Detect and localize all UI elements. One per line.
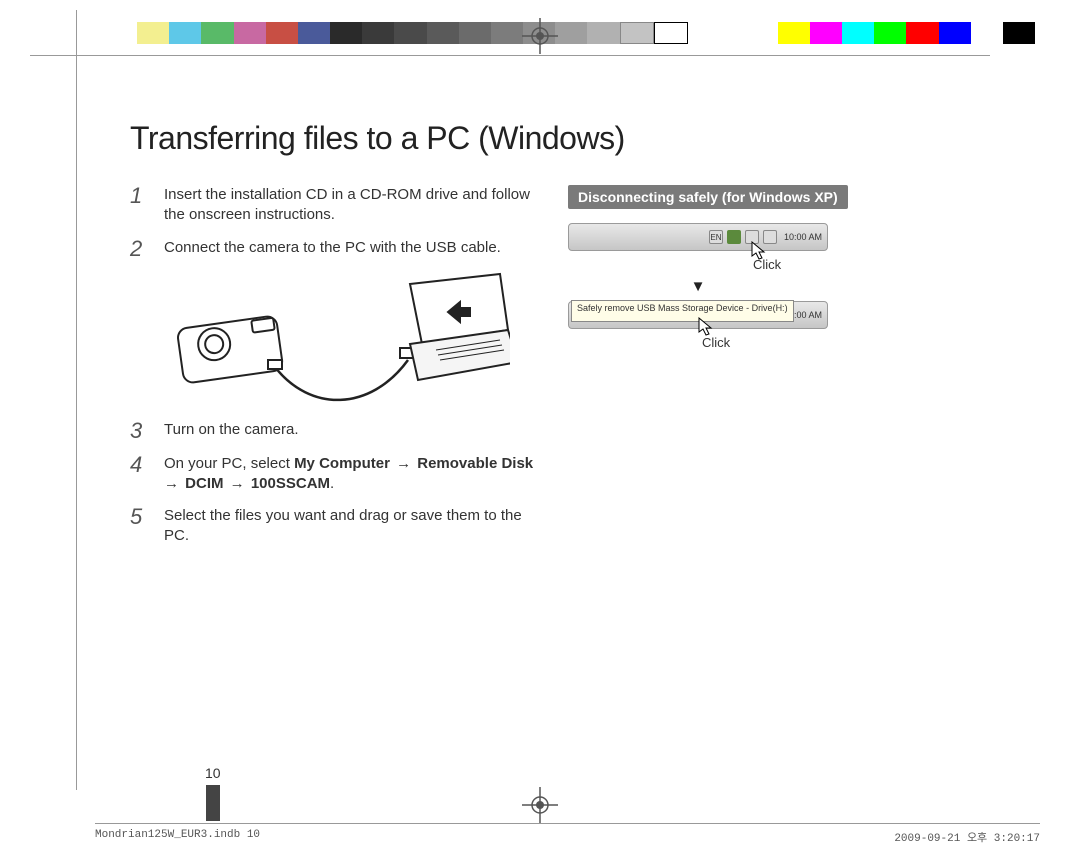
down-arrow-icon: ▼ xyxy=(568,278,828,295)
swatch xyxy=(234,22,266,44)
crop-line-h xyxy=(30,55,990,56)
windows-taskbar: EN 10:00 AM xyxy=(568,223,828,251)
path-segment: 100SSCAM xyxy=(251,475,330,492)
swatch xyxy=(298,22,330,44)
swatch xyxy=(842,22,874,44)
step-2: 2 Connect the camera to the PC with the … xyxy=(130,238,540,260)
step-text: Turn on the camera. xyxy=(164,420,299,440)
swatch xyxy=(201,22,233,44)
swatch xyxy=(939,22,971,44)
swatch xyxy=(330,22,362,44)
path-segment: Removable Disk xyxy=(417,455,533,472)
disconnect-column: Disconnecting safely (for Windows XP) EN… xyxy=(568,185,1020,559)
swatch xyxy=(587,22,619,44)
swatch xyxy=(1003,22,1035,44)
safely-remove-tooltip: Safely remove USB Mass Storage Device - … xyxy=(571,300,794,322)
swatch xyxy=(778,22,810,44)
swatch xyxy=(620,22,654,44)
swatch xyxy=(362,22,394,44)
step-number: 3 xyxy=(130,420,152,442)
path-segment: My Computer xyxy=(294,455,390,472)
step-text: On your PC, select My Computer → Removab… xyxy=(164,454,540,495)
step-5: 5 Select the files you want and drag or … xyxy=(130,506,540,547)
swatch xyxy=(137,22,169,44)
cursor-icon xyxy=(698,317,714,337)
print-color-strip xyxy=(105,22,1035,44)
swatch xyxy=(266,22,298,44)
step-3: 3 Turn on the camera. xyxy=(130,420,540,442)
two-column-layout: 1 Insert the installation CD in a CD-ROM… xyxy=(130,185,1020,559)
step-1: 1 Insert the installation CD in a CD-ROM… xyxy=(130,185,540,226)
taskbar-row-2: Safely remove USB Mass Storage Device - … xyxy=(568,301,1020,329)
registration-mark-icon xyxy=(522,18,558,54)
click-label: Click xyxy=(702,335,1020,350)
swatch xyxy=(459,22,491,44)
strip-gap xyxy=(688,22,778,44)
swatch xyxy=(874,22,906,44)
swatch xyxy=(491,22,523,44)
print-footer: Mondrian125W_EUR3.indb 10 2009-09-21 오후 … xyxy=(95,823,1040,845)
section-header: Disconnecting safely (for Windows XP) xyxy=(568,185,848,209)
swatch xyxy=(810,22,842,44)
step-4: 4 On your PC, select My Computer → Remov… xyxy=(130,454,540,495)
arrow-icon: → xyxy=(224,475,251,492)
step-number: 5 xyxy=(130,506,152,528)
camera-laptop-illustration xyxy=(160,272,510,402)
swatch xyxy=(394,22,426,44)
page-title: Transferring files to a PC (Windows) xyxy=(130,120,1020,157)
step-number: 2 xyxy=(130,238,152,260)
step-number: 1 xyxy=(130,185,152,207)
click-label: Click xyxy=(753,257,1020,272)
footer-file: Mondrian125W_EUR3.indb 10 xyxy=(95,829,260,845)
taskbar-row-1: EN 10:00 AM xyxy=(568,223,1020,251)
swatch xyxy=(971,22,1003,44)
swatch xyxy=(906,22,938,44)
step-text: Connect the camera to the PC with the US… xyxy=(164,238,501,258)
registration-mark-icon xyxy=(522,787,558,823)
steps-column: 1 Insert the installation CD in a CD-ROM… xyxy=(130,185,540,559)
step-text: Insert the installation CD in a CD-ROM d… xyxy=(164,185,540,226)
swatch xyxy=(654,22,688,44)
tray-clock: 10:00 AM xyxy=(784,232,822,242)
path-segment: DCIM xyxy=(185,475,223,492)
step-4-prefix: On your PC, select xyxy=(164,455,294,472)
step-number: 4 xyxy=(130,454,152,476)
swatch xyxy=(169,22,201,44)
step-text: Select the files you want and drag or sa… xyxy=(164,506,540,547)
page-content: Transferring files to a PC (Windows) 1 I… xyxy=(130,120,1020,791)
tray-usb-icon xyxy=(727,230,741,244)
tray-lang-icon: EN xyxy=(709,230,723,244)
crop-line-v xyxy=(76,10,77,790)
page-number-bar xyxy=(206,785,220,821)
arrow-icon: → xyxy=(390,455,417,472)
swatch xyxy=(555,22,587,44)
swatch xyxy=(427,22,459,44)
footer-date: 2009-09-21 오후 3:20:17 xyxy=(894,829,1040,845)
cursor-icon xyxy=(751,241,767,261)
swatch xyxy=(105,22,137,44)
page-number-block: 10 xyxy=(205,765,221,821)
page-number: 10 xyxy=(205,765,221,781)
